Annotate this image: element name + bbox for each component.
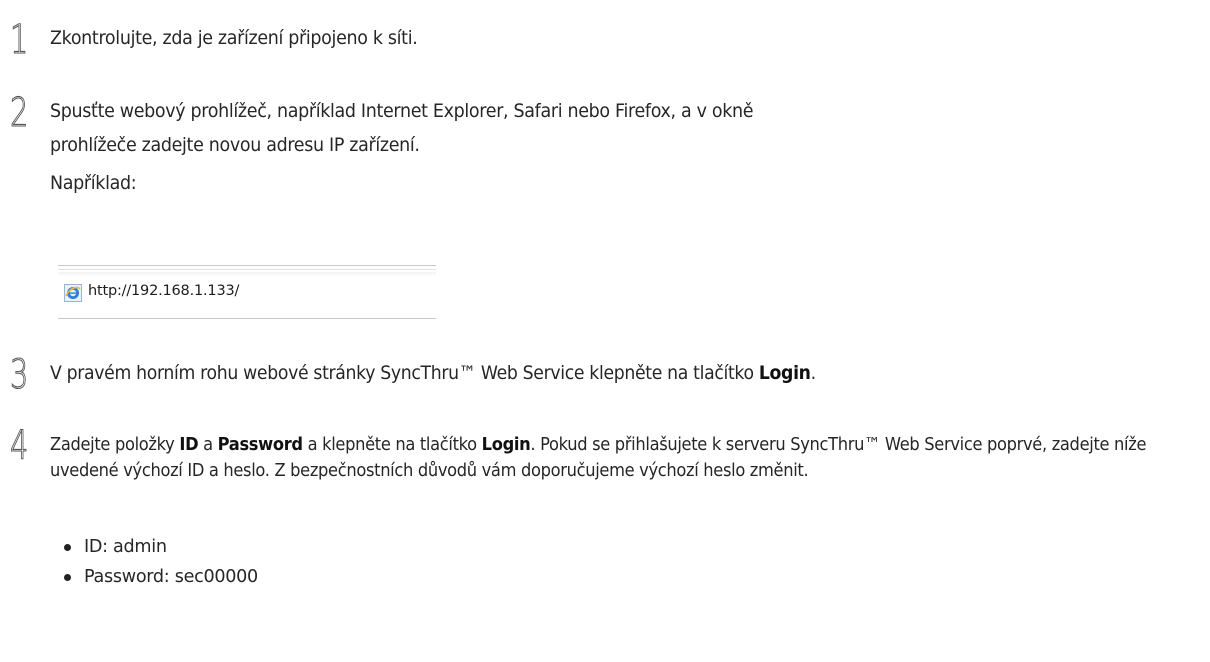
login-label: Login: [481, 435, 531, 455]
credentials-list: ID: admin Password: sec00000: [62, 532, 258, 592]
address-bar-example: http://192.168.1.133/: [58, 265, 436, 319]
credential-password: Password: sec00000: [62, 562, 258, 592]
step-text-part: a: [198, 435, 218, 455]
step-text-part: Zadejte položky: [50, 435, 180, 455]
step-text: V pravém horním rohu webové stránky Sync…: [50, 359, 1191, 389]
step-text-line: Spusťte webový prohlížeč, například Inte…: [50, 101, 754, 122]
step-text-part: .: [810, 363, 816, 384]
step-text-part: a klepněte na tlačítko: [302, 435, 482, 455]
step-text: Zadejte položky ID a Password a klepněte…: [50, 432, 1197, 484]
step-text-line: prohlížeče zadejte novou adresu IP zaříz…: [50, 135, 420, 156]
credential-id: ID: admin: [62, 532, 258, 562]
step-text-part: V pravém horním rohu webové stránky Sync…: [50, 363, 759, 384]
step-text: Zkontrolujte, zda je zařízení připojeno …: [50, 28, 418, 49]
example-label: Například:: [50, 173, 137, 194]
login-label: Login: [758, 363, 811, 384]
step-number: 3: [10, 352, 29, 398]
step-text: Spusťte webový prohlížeč, například Inte…: [50, 97, 1192, 199]
password-label: Password: [217, 435, 303, 455]
step-number: 4: [10, 423, 29, 469]
id-label: ID: [179, 435, 199, 455]
address-text: http://192.168.1.133/: [88, 283, 240, 299]
step-number: 2: [10, 90, 29, 136]
internet-explorer-icon: [64, 284, 82, 302]
step-number: 1: [10, 17, 29, 63]
